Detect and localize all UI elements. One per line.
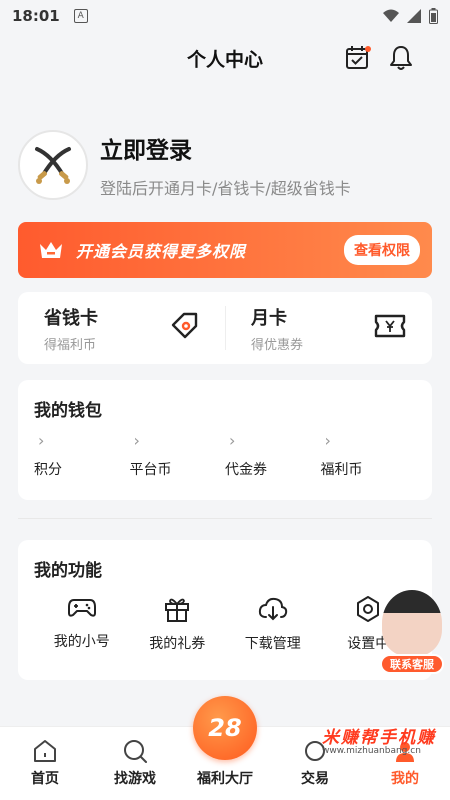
gamepad-icon bbox=[67, 599, 96, 617]
tab-label: 首页 bbox=[31, 771, 59, 787]
membership-cards: 省钱卡 得福利币 月卡 得优惠券 bbox=[18, 292, 432, 364]
avatar[interactable] bbox=[18, 130, 88, 200]
notification-bell-icon[interactable] bbox=[388, 44, 414, 76]
saving-card-item[interactable]: 省钱卡 得福利币 bbox=[18, 292, 225, 364]
battery-icon bbox=[429, 8, 438, 24]
tab-label: 交易 bbox=[301, 771, 329, 787]
customer-service-float[interactable]: 联系客服 bbox=[380, 590, 444, 674]
monthly-card-title: 月卡 bbox=[251, 307, 287, 329]
page-title: 个人中心 bbox=[186, 48, 263, 71]
tab-label: 找游戏 bbox=[114, 771, 156, 787]
wallet-item-welfare-coin[interactable]: › 福利币 bbox=[321, 431, 417, 479]
watermark: 米赚帮手机赚 www.mizhuanbang.cn bbox=[322, 723, 436, 756]
signal-icon bbox=[407, 9, 421, 23]
chevron-right-icon: › bbox=[133, 431, 140, 450]
saving-card-subtitle: 得福利币 bbox=[44, 337, 97, 353]
home-icon bbox=[34, 740, 56, 762]
crown-icon bbox=[40, 242, 62, 258]
wallet-item-label: 积分 bbox=[34, 462, 62, 478]
watermark-title: 米赚帮手机赚 bbox=[322, 728, 436, 748]
sign-in-calendar-icon[interactable] bbox=[344, 44, 372, 76]
gift-icon bbox=[165, 598, 190, 622]
settings-icon bbox=[357, 596, 380, 622]
login-link[interactable]: 立即登录 bbox=[100, 131, 351, 165]
watermark-url: www.mizhuanbang.cn bbox=[322, 746, 421, 756]
wallet-item-points[interactable]: › 积分 bbox=[34, 431, 130, 479]
view-privileges-button[interactable]: 查看权限 bbox=[344, 235, 420, 265]
customer-service-avatar bbox=[382, 590, 442, 656]
wifi-icon bbox=[383, 9, 399, 22]
chevron-right-icon: › bbox=[229, 431, 236, 450]
vip-banner[interactable]: 开通会员获得更多权限 查看权限 bbox=[18, 222, 432, 278]
yen-ticket-icon bbox=[374, 313, 406, 343]
feature-label: 我的礼券 bbox=[149, 636, 206, 652]
tab-label: 福利大厅 bbox=[197, 771, 253, 787]
features-section: 我的功能 我的小号 我的礼券 下载管理 设置中 bbox=[18, 540, 432, 680]
wallet-item-platform-coin[interactable]: › 平台币 bbox=[130, 431, 226, 479]
feature-label: 下载管理 bbox=[244, 636, 301, 652]
feature-my-accounts[interactable]: 我的小号 bbox=[34, 595, 130, 653]
wallet-title: 我的钱包 bbox=[34, 401, 102, 421]
vip-banner-text: 开通会员获得更多权限 bbox=[76, 242, 247, 261]
saving-card-title: 省钱卡 bbox=[44, 307, 98, 329]
wallet-section: 我的钱包 › 积分 › 平台币 › 代金券 › 福利币 bbox=[18, 380, 432, 500]
monthly-card-item[interactable]: 月卡 得优惠券 bbox=[225, 292, 432, 364]
cloud-download-icon bbox=[258, 597, 287, 621]
status-bar: 18:01 A bbox=[0, 0, 450, 32]
monthly-card-subtitle: 得优惠券 bbox=[251, 337, 304, 353]
status-time: 18:01 bbox=[12, 7, 60, 25]
crossed-swords-icon bbox=[35, 147, 71, 184]
wallet-item-voucher[interactable]: › 代金券 bbox=[225, 431, 321, 479]
tab-home[interactable]: 首页 bbox=[0, 727, 90, 800]
tab-label: 我的 bbox=[391, 771, 419, 787]
feature-label: 我的小号 bbox=[53, 634, 110, 650]
feature-download-manager[interactable]: 下载管理 bbox=[225, 595, 321, 653]
profile-section[interactable]: 立即登录 登陆后开通月卡/省钱卡/超级省钱卡 bbox=[18, 130, 351, 200]
wallet-item-label: 福利币 bbox=[320, 462, 363, 478]
feature-my-gifts[interactable]: 我的礼券 bbox=[130, 595, 226, 653]
status-icons bbox=[383, 8, 438, 24]
tab-find-games[interactable]: 找游戏 bbox=[90, 727, 180, 800]
customer-service-label: 联系客服 bbox=[380, 654, 444, 674]
section-divider bbox=[18, 518, 432, 519]
page-header: 个人中心 bbox=[0, 38, 450, 78]
features-title: 我的功能 bbox=[34, 561, 102, 581]
notification-a-icon: A bbox=[73, 9, 88, 23]
login-subtitle: 登陆后开通月卡/省钱卡/超级省钱卡 bbox=[100, 179, 351, 198]
coupon-tag-icon bbox=[169, 311, 199, 345]
chevron-right-icon: › bbox=[38, 431, 45, 450]
chevron-right-icon: › bbox=[324, 431, 331, 450]
wallet-item-label: 代金券 bbox=[225, 462, 267, 478]
welfare-hall-center-button[interactable]: 28 bbox=[193, 696, 257, 760]
wallet-item-label: 平台币 bbox=[129, 462, 172, 478]
search-icon bbox=[124, 740, 147, 763]
